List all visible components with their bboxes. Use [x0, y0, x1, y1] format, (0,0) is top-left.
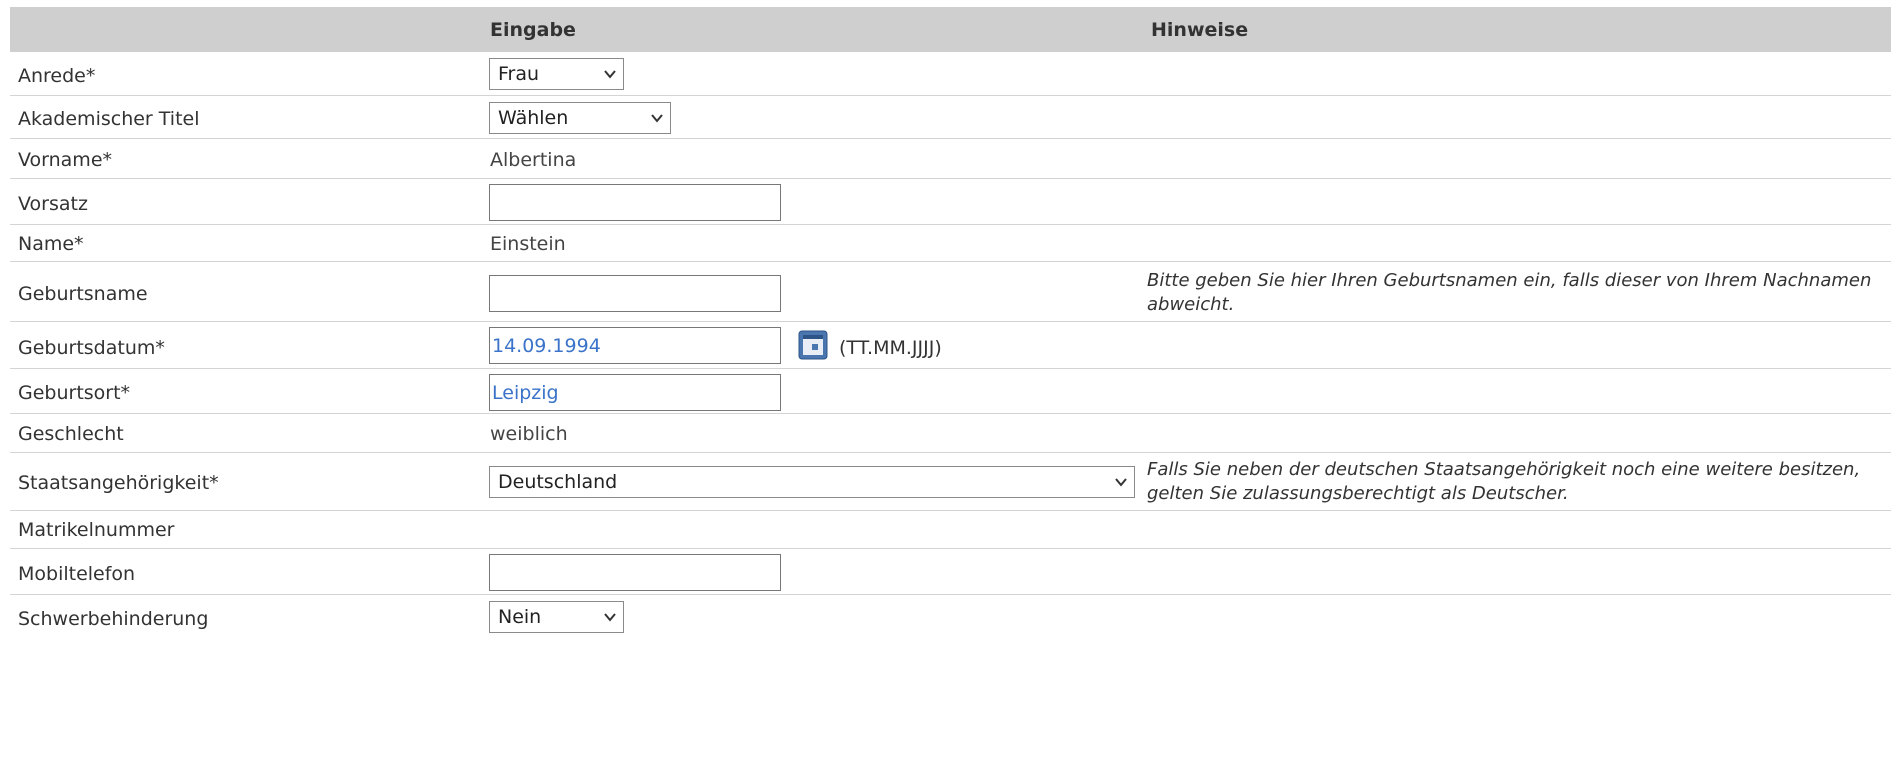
name-label: Name*	[18, 233, 84, 255]
chevron-down-icon	[604, 613, 616, 622]
row-geburtsname: Geburtsname Bitte geben Sie hier Ihren G…	[10, 262, 1891, 322]
row-anrede: Anrede* Frau	[10, 52, 1891, 96]
geschlecht-value: weiblich	[490, 423, 568, 445]
geburtsname-label: Geburtsname	[18, 283, 148, 305]
vorname-value: Albertina	[490, 149, 577, 171]
anrede-select[interactable]: Frau	[489, 58, 624, 90]
geburtsort-input[interactable]: Leipzig	[489, 374, 781, 411]
geburtsdatum-label: Geburtsdatum*	[18, 337, 165, 359]
name-value: Einstein	[490, 233, 566, 255]
schwerbehinderung-select[interactable]: Nein	[489, 601, 624, 633]
calendar-icon[interactable]	[798, 330, 828, 360]
date-format-hint: (TT.MM.JJJJ)	[839, 337, 942, 359]
chevron-down-icon	[1115, 478, 1127, 487]
mobiltelefon-input[interactable]	[489, 554, 781, 591]
chevron-down-icon	[604, 70, 616, 79]
mobiltelefon-label: Mobiltelefon	[18, 563, 136, 585]
header-input-column: Eingabe	[490, 19, 576, 41]
anrede-label: Anrede*	[18, 65, 96, 87]
matrikelnummer-label: Matrikelnummer	[18, 519, 175, 541]
table-header: Eingabe Hinweise	[10, 7, 1891, 52]
chevron-down-icon	[651, 114, 663, 123]
row-staatsangehoerigkeit: Staatsangehörigkeit* Deutschland Falls S…	[10, 453, 1891, 511]
akademischer-titel-value: Wählen	[498, 107, 569, 129]
schwerbehinderung-value: Nein	[498, 606, 542, 628]
schwerbehinderung-label: Schwerbehinderung	[18, 608, 209, 630]
row-name: Name* Einstein	[10, 225, 1891, 262]
geburtsname-hint: Bitte geben Sie hier Ihren Geburtsnamen …	[1147, 270, 1872, 315]
akademischer-titel-label: Akademischer Titel	[18, 108, 200, 130]
vorsatz-input[interactable]	[489, 184, 781, 221]
geburtsort-label: Geburtsort*	[18, 382, 131, 404]
header-hint-column: Hinweise	[1151, 19, 1249, 41]
row-geschlecht: Geschlecht weiblich	[10, 414, 1891, 453]
staatsangehoerigkeit-value: Deutschland	[498, 471, 618, 493]
staatsangehoerigkeit-label: Staatsangehörigkeit*	[18, 472, 219, 494]
geburtsname-input[interactable]	[489, 275, 781, 312]
row-geburtsdatum: Geburtsdatum* 14.09.1994 (TT.MM.JJJJ)	[10, 322, 1891, 369]
geschlecht-label: Geschlecht	[18, 423, 124, 445]
vorname-label: Vorname*	[18, 149, 113, 171]
row-matrikelnummer: Matrikelnummer	[10, 511, 1891, 549]
row-vorsatz: Vorsatz	[10, 179, 1891, 225]
row-vorname: Vorname* Albertina	[10, 139, 1891, 179]
geburtsdatum-input[interactable]: 14.09.1994	[489, 327, 781, 364]
akademischer-titel-select[interactable]: Wählen	[489, 102, 671, 134]
anrede-value: Frau	[498, 63, 540, 85]
row-mobiltelefon: Mobiltelefon	[10, 549, 1891, 595]
staatsangehoerigkeit-hint: Falls Sie neben der deutschen Staatsange…	[1147, 459, 1861, 504]
row-geburtsort: Geburtsort* Leipzig	[10, 369, 1891, 414]
row-akademischer-titel: Akademischer Titel Wählen	[10, 96, 1891, 139]
vorsatz-label: Vorsatz	[18, 193, 88, 215]
row-schwerbehinderung: Schwerbehinderung Nein	[10, 595, 1891, 639]
staatsangehoerigkeit-select[interactable]: Deutschland	[489, 466, 1135, 498]
